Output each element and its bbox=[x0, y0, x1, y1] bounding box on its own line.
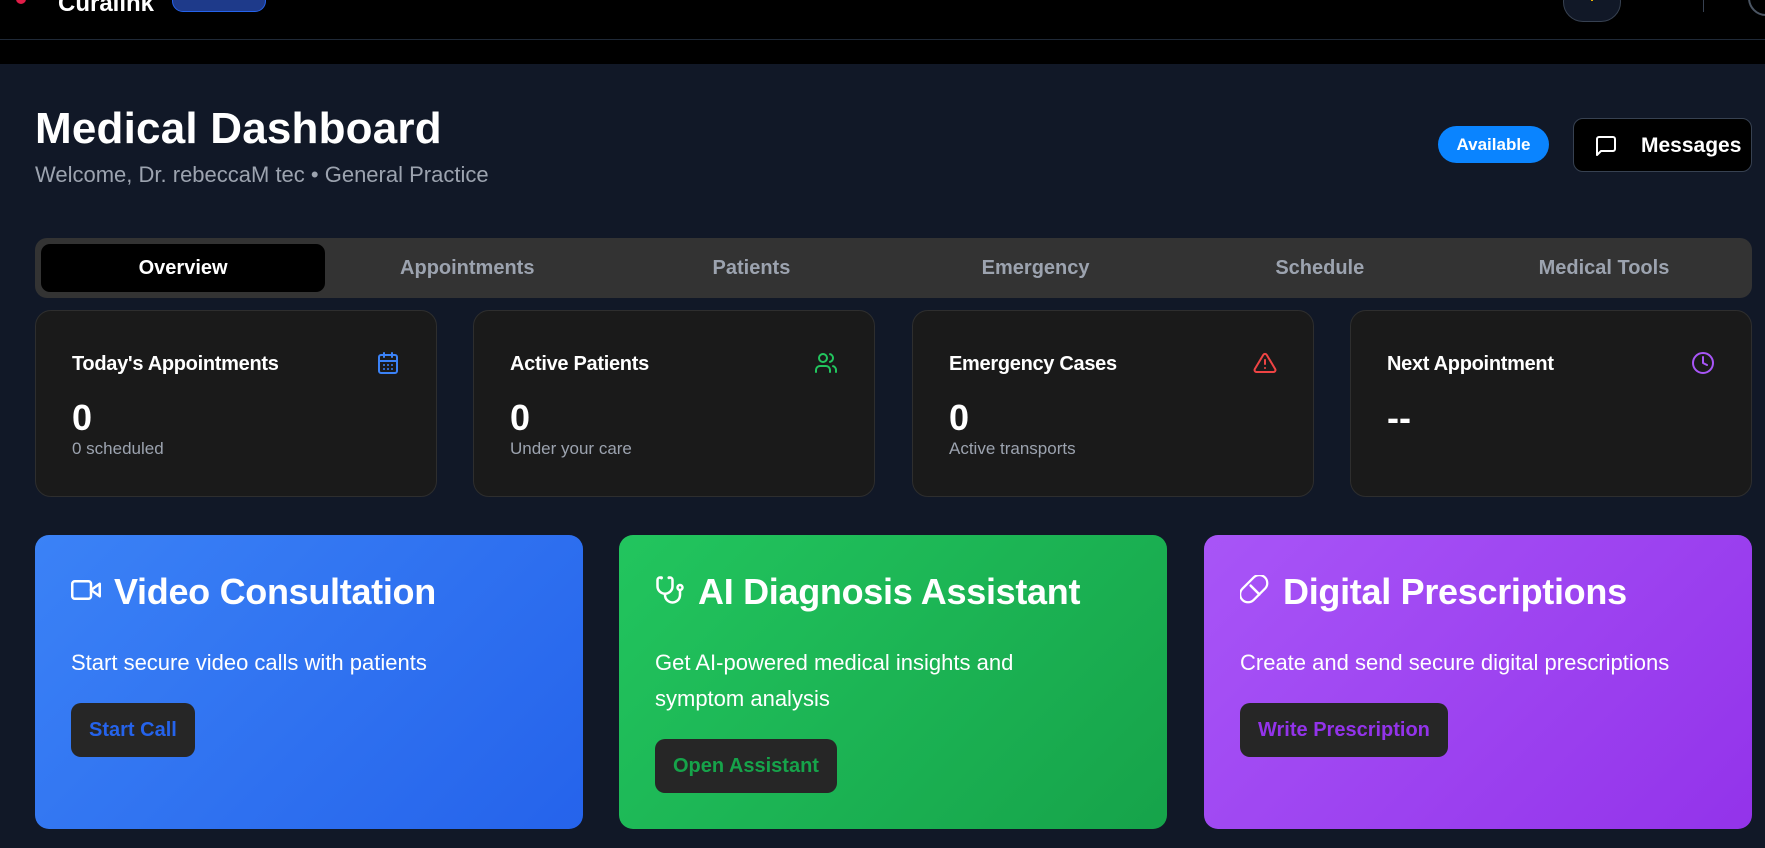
nav-divider bbox=[1703, 0, 1704, 12]
feature-description: Start secure video calls with patients bbox=[71, 650, 427, 675]
video-icon bbox=[71, 580, 101, 600]
welcome-subtitle: Welcome, Dr. rebeccaM tec • General Prac… bbox=[35, 162, 489, 187]
feature-description: Get AI-powered medical insights and symp… bbox=[655, 650, 1014, 711]
brand-badge bbox=[172, 0, 266, 12]
brand-name[interactable]: Curalink bbox=[58, 0, 154, 18]
stat-card-active-patients: Active Patients 0 Under your care bbox=[473, 310, 875, 497]
stat-title: Next Appointment bbox=[1387, 353, 1554, 375]
tab-schedule[interactable]: Schedule bbox=[1178, 244, 1462, 292]
stat-subtitle: 0 scheduled bbox=[72, 439, 164, 458]
tab-emergency[interactable]: Emergency bbox=[894, 244, 1178, 292]
stat-value: 0 bbox=[949, 397, 970, 438]
tab-appointments[interactable]: Appointments bbox=[325, 244, 609, 292]
logo-icon bbox=[16, 0, 26, 4]
tab-patients[interactable]: Patients bbox=[609, 244, 893, 292]
start-call-button[interactable]: Start Call bbox=[71, 703, 195, 757]
stat-subtitle: Under your care bbox=[510, 439, 632, 458]
tab-overview[interactable]: Overview bbox=[41, 244, 326, 292]
stat-card-emergency-cases: Emergency Cases 0 Active transports bbox=[912, 310, 1314, 497]
availability-status-badge[interactable]: Available bbox=[1438, 126, 1549, 163]
messages-button[interactable]: Messages bbox=[1573, 118, 1752, 172]
feature-card-ai-diagnosis: AI Diagnosis Assistant Get AI-powered me… bbox=[619, 535, 1167, 829]
stat-title: Active Patients bbox=[510, 353, 649, 375]
stat-value: 0 bbox=[510, 397, 531, 438]
stat-value: -- bbox=[1387, 397, 1411, 438]
tab-medical-tools[interactable]: Medical Tools bbox=[1462, 244, 1746, 292]
message-square-icon bbox=[1596, 136, 1616, 156]
pill-icon bbox=[1240, 575, 1269, 604]
messages-label: Messages bbox=[1641, 134, 1742, 157]
calendar-icon bbox=[378, 352, 398, 374]
feature-card-video-consultation: Video Consultation Start secure video ca… bbox=[35, 535, 583, 829]
users-icon bbox=[815, 353, 837, 373]
clock-icon bbox=[1692, 352, 1714, 374]
alert-triangle-icon bbox=[1253, 352, 1277, 373]
open-assistant-button[interactable]: Open Assistant bbox=[655, 739, 837, 793]
page-title: Medical Dashboard bbox=[35, 104, 442, 153]
top-navbar: Curalink bbox=[0, 0, 1765, 40]
stat-subtitle: Active transports bbox=[949, 439, 1076, 458]
stat-card-todays-appointments: Today's Appointments 0 0 scheduled bbox=[35, 310, 437, 497]
dashboard-tabs: Overview Appointments Patients Emergency… bbox=[35, 238, 1752, 298]
write-prescription-button[interactable]: Write Prescription bbox=[1240, 703, 1448, 757]
feature-description: Create and send secure digital prescript… bbox=[1240, 650, 1670, 675]
sun-icon bbox=[1591, 0, 1593, 1]
stethoscope-icon bbox=[656, 576, 684, 604]
stat-title: Today's Appointments bbox=[72, 353, 279, 375]
sub-header-bar bbox=[0, 40, 1765, 64]
feature-title: AI Diagnosis Assistant bbox=[698, 571, 1081, 612]
feature-title: Video Consultation bbox=[114, 571, 436, 612]
stat-card-next-appointment: Next Appointment -- bbox=[1350, 310, 1752, 497]
feature-card-digital-prescriptions: Digital Prescriptions Create and send se… bbox=[1204, 535, 1752, 829]
stat-title: Emergency Cases bbox=[949, 353, 1117, 375]
feature-title: Digital Prescriptions bbox=[1283, 571, 1627, 612]
avatar[interactable] bbox=[1748, 0, 1765, 16]
theme-toggle-button[interactable] bbox=[1563, 0, 1621, 22]
stat-value: 0 bbox=[72, 397, 93, 438]
